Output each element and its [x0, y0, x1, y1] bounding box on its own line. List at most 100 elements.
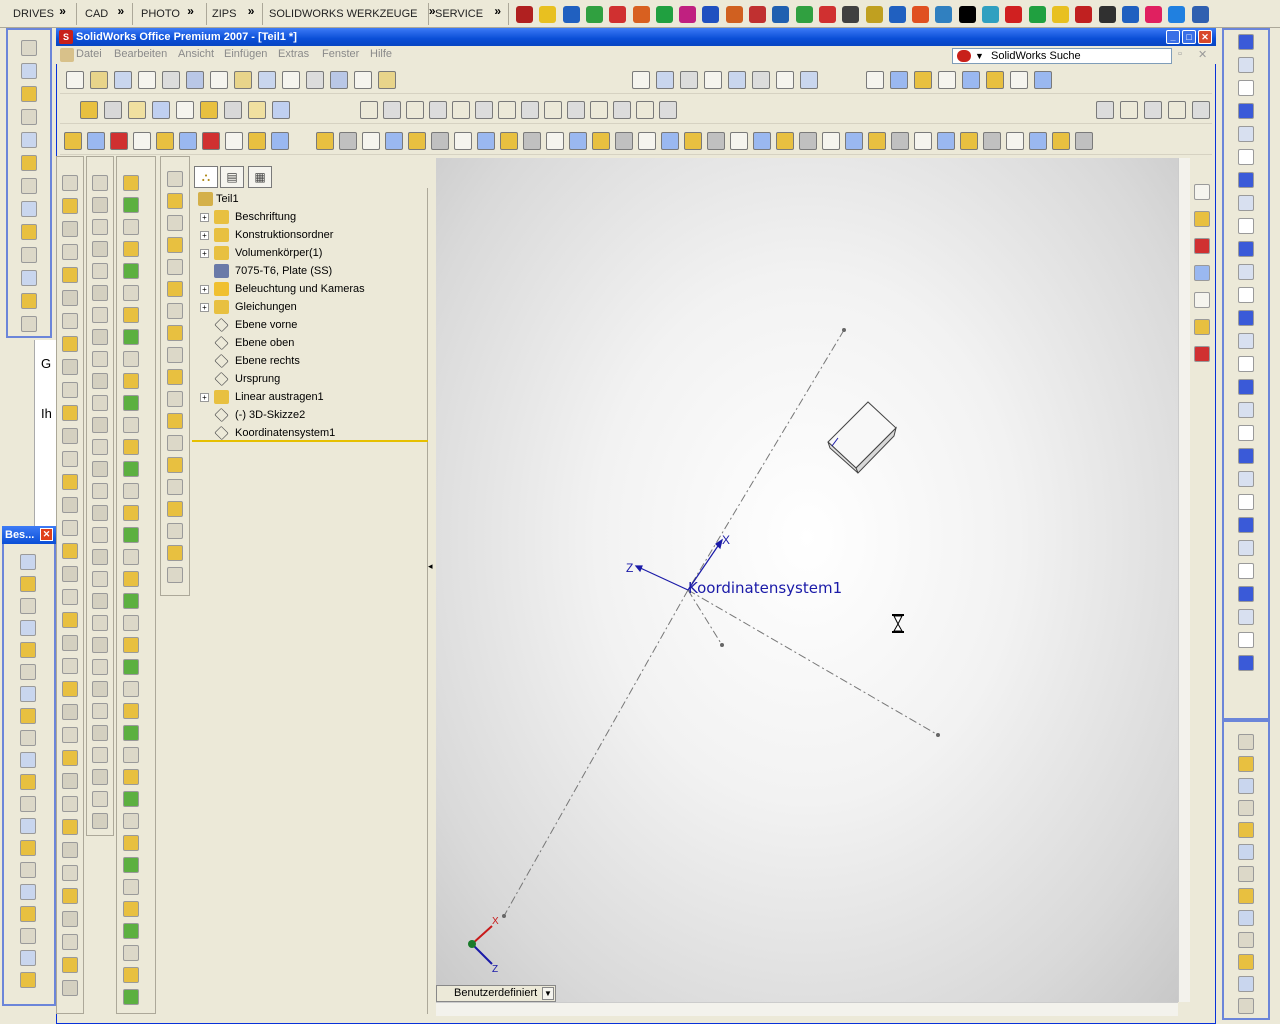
feature-tool-icon[interactable] — [431, 132, 449, 150]
sketch-entity-icon[interactable] — [1238, 172, 1254, 188]
feature-tool-icon[interactable] — [684, 132, 702, 150]
sketch-icon[interactable] — [92, 351, 108, 367]
sketch-entity-icon[interactable] — [1238, 540, 1254, 556]
toolbar-tool-icon[interactable] — [138, 71, 156, 89]
dimension-icon[interactable] — [1238, 932, 1254, 948]
mold-icon[interactable] — [167, 413, 183, 429]
annotation-icon[interactable] — [20, 862, 36, 878]
feature-tool-icon[interactable] — [1006, 132, 1024, 150]
surface-icon[interactable] — [123, 901, 139, 917]
drawing-icon[interactable] — [21, 224, 37, 240]
sketch-entity-icon[interactable] — [1238, 149, 1254, 165]
feature-tool-icon[interactable] — [179, 132, 197, 150]
launcher-app-icon[interactable] — [725, 6, 743, 23]
surface-icon[interactable] — [123, 351, 139, 367]
feature-icon[interactable] — [62, 911, 78, 927]
view-tool-icon[interactable] — [632, 71, 650, 89]
feature-tool-icon[interactable] — [523, 132, 541, 150]
sketch-entity-icon[interactable] — [1238, 264, 1254, 280]
sketch-icon[interactable] — [92, 637, 108, 653]
feature-icon[interactable] — [62, 359, 78, 375]
launcher-app-icon[interactable] — [1028, 6, 1046, 23]
expand-icon[interactable]: + — [200, 213, 209, 222]
launcher-app-icon[interactable] — [958, 6, 976, 23]
feature-tool-icon[interactable] — [776, 132, 794, 150]
launcher-app-icon[interactable] — [795, 6, 813, 23]
sketch-entity-icon[interactable] — [1238, 471, 1254, 487]
feature-tool-icon[interactable] — [133, 132, 151, 150]
feature-tool-icon[interactable] — [500, 132, 518, 150]
feature-icon[interactable] — [62, 934, 78, 950]
view-tool-icon[interactable] — [776, 71, 794, 89]
task-pane-icon[interactable] — [1194, 319, 1210, 335]
toolbar-tool-icon[interactable] — [378, 71, 396, 89]
sketch-entity-icon[interactable] — [1238, 448, 1254, 464]
feature-tool-icon[interactable] — [1052, 132, 1070, 150]
sketch-icon[interactable] — [92, 329, 108, 345]
feature-tool-icon[interactable] — [638, 132, 656, 150]
drawing-icon[interactable] — [21, 155, 37, 171]
feature-tool-icon[interactable] — [87, 132, 105, 150]
surface-icon[interactable] — [123, 857, 139, 873]
launcher-app-icon[interactable] — [749, 6, 766, 23]
sketch-icon[interactable] — [92, 549, 108, 565]
drawing-icon[interactable] — [21, 316, 37, 332]
expand-icon[interactable]: + — [200, 393, 209, 402]
sketch-icon[interactable] — [92, 241, 108, 257]
launcher-app-icon[interactable] — [1121, 6, 1139, 23]
sketch-entity-icon[interactable] — [406, 101, 424, 119]
maximize-icon[interactable]: □ — [1182, 30, 1196, 44]
surface-icon[interactable] — [123, 879, 139, 895]
document-icon[interactable] — [60, 48, 74, 62]
launcher-app-icon[interactable] — [632, 6, 650, 23]
restore-icon[interactable]: ▫ — [1178, 48, 1182, 60]
minimize-icon[interactable]: _ — [1166, 30, 1180, 44]
solidworks-search-field[interactable]: ▼ SolidWorks Suche — [952, 48, 1172, 64]
toolbar-tool-icon[interactable] — [282, 71, 300, 89]
launcher-app-icon[interactable] — [1145, 6, 1163, 23]
sketch-icon[interactable] — [92, 505, 108, 521]
sketch-entity-icon[interactable] — [1238, 287, 1254, 303]
sketch-entity-icon[interactable] — [1238, 609, 1254, 625]
sketch-entity-icon[interactable] — [1238, 563, 1254, 579]
mold-icon[interactable] — [167, 237, 183, 253]
feature-icon[interactable] — [62, 520, 78, 536]
toolbar-tool-icon[interactable] — [90, 71, 108, 89]
feature-icon[interactable] — [62, 221, 78, 237]
sketch-icon[interactable] — [92, 813, 108, 829]
sketch-icon[interactable] — [92, 417, 108, 433]
feature-tool-icon[interactable] — [914, 132, 932, 150]
sketch-entity-icon[interactable] — [1238, 195, 1254, 211]
dimension-icon[interactable] — [1238, 800, 1254, 816]
launcher-app-icon[interactable] — [1005, 6, 1023, 23]
sketch-entity-icon[interactable] — [1238, 586, 1254, 602]
drawing-icon[interactable] — [21, 293, 37, 309]
sketch-icon[interactable] — [92, 615, 108, 631]
mold-icon[interactable] — [167, 281, 183, 297]
feature-icon[interactable] — [62, 566, 78, 582]
misc-tool-icon[interactable] — [1192, 101, 1210, 119]
feature-icon[interactable] — [62, 451, 78, 467]
launcher-app-icon[interactable] — [1098, 6, 1116, 23]
menu-hilfe[interactable]: Hilfe — [370, 48, 392, 60]
sketch-point[interactable] — [502, 914, 506, 918]
feature-icon[interactable] — [62, 382, 78, 398]
display-tool-icon[interactable] — [914, 71, 932, 89]
annotation-icon[interactable] — [20, 840, 36, 856]
display-tool-icon[interactable] — [962, 71, 980, 89]
sketch-entity-icon[interactable] — [452, 101, 470, 119]
annotation-icon[interactable] — [20, 752, 36, 768]
menu-fenster[interactable]: Fenster — [322, 48, 359, 60]
sketch-icon[interactable] — [92, 197, 108, 213]
sketch-entity-icon[interactable] — [1238, 632, 1254, 648]
feature-tool-icon[interactable] — [271, 132, 289, 150]
sketch-tool-icon[interactable] — [176, 101, 194, 119]
sketch-tool-icon[interactable] — [104, 101, 122, 119]
sketch-entity-icon[interactable] — [1238, 655, 1254, 671]
surface-icon[interactable] — [123, 967, 139, 983]
feature-tool-icon[interactable] — [339, 132, 357, 150]
feature-icon[interactable] — [62, 750, 78, 766]
surface-icon[interactable] — [123, 461, 139, 477]
feature-tool-icon[interactable] — [1029, 132, 1047, 150]
surface-icon[interactable] — [123, 703, 139, 719]
